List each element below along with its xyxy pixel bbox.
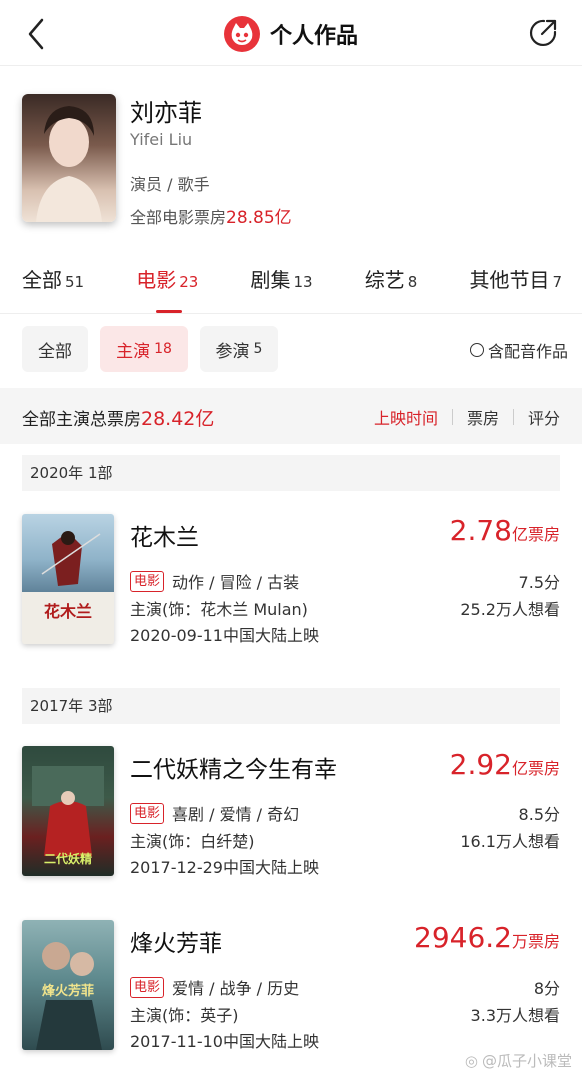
filter-count: 18 — [154, 341, 172, 357]
tab-label: 电影 — [136, 268, 177, 292]
cat-logo-icon — [223, 16, 260, 52]
tab-count: 8 — [407, 273, 418, 291]
movie-genres: 电影 爱情 / 战争 / 历史 — [130, 975, 299, 999]
movie-type-tag: 电影 — [130, 570, 165, 592]
movie-score: 8分 — [533, 979, 560, 998]
tab-label: 综艺 — [364, 268, 405, 292]
share-icon[interactable] — [526, 16, 560, 50]
movie-title[interactable]: 花木兰 — [130, 518, 199, 552]
sort-box-office[interactable]: 票房 — [467, 405, 499, 429]
movie-score: 7.5分 — [518, 573, 560, 592]
year-header: 2020年 1部 — [22, 455, 560, 491]
genre-text: 爱情 / 战争 / 历史 — [172, 979, 300, 998]
filter-lead[interactable]: 主演 18 — [100, 326, 188, 372]
divider — [0, 313, 582, 314]
movie-want-count: 3.3万人想看 — [470, 1006, 560, 1025]
movie-poster[interactable]: 烽火芳菲 — [22, 920, 114, 1050]
movie-role: 主演(饰：英子) — [130, 1006, 239, 1025]
total-box-office-label: 全部电影票房 — [130, 208, 227, 227]
genre-text: 动作 / 冒险 / 古装 — [172, 573, 300, 592]
movie-box-office: 2.78亿票房 — [450, 514, 560, 547]
box-office-unit: 万票房 — [511, 932, 560, 951]
movie-release-date: 2017-12-29中国大陆上映 — [130, 858, 319, 877]
movie-poster[interactable]: 二代妖精 — [22, 746, 114, 876]
movie-box-office: 2946.2万票房 — [414, 921, 560, 954]
filter-label: 主演 — [116, 341, 151, 362]
actor-english-name: Yifei Liu — [130, 130, 193, 149]
dubbing-label: 含配音作品 — [487, 342, 568, 361]
category-tabs: 全部 51 电影 23 剧集 13 综艺 8 其他节目 7 — [22, 264, 562, 314]
lead-box-office-value: 28.42亿 — [141, 408, 215, 430]
actor-name: 刘亦菲 — [130, 99, 202, 127]
lead-box-office: 全部主演总票房28.42亿 — [22, 404, 214, 431]
movie-role: 主演(饰：白纤楚) — [130, 832, 255, 851]
movie-release-date: 2017-11-10中国大陆上映 — [130, 1032, 319, 1051]
watermark-text: @瓜子小课堂 — [481, 1052, 572, 1070]
actor-roles: 演员 / 歌手 — [130, 175, 210, 194]
movie-release-date: 2020-09-11中国大陆上映 — [130, 626, 319, 645]
tab-label: 全部 — [22, 268, 62, 292]
poster-title: 二代妖精 — [43, 852, 92, 866]
radio-icon[interactable] — [469, 343, 484, 357]
tab-count: 7 — [552, 273, 562, 291]
box-office-unit: 亿票房 — [511, 759, 560, 778]
tab-label: 剧集 — [250, 268, 291, 292]
tab-label: 其他节目 — [469, 268, 550, 292]
lead-box-office-label: 全部主演总票房 — [22, 410, 141, 430]
poster-title: 花木兰 — [43, 602, 92, 621]
movie-role: 主演(饰：花木兰 Mulan) — [130, 600, 308, 619]
filter-label: 全部 — [38, 341, 72, 362]
tab-count: 23 — [179, 273, 199, 291]
top-bar: 个人作品 — [0, 0, 582, 66]
divider — [451, 409, 453, 425]
box-office-number: 2.92 — [449, 748, 512, 781]
avatar[interactable] — [22, 94, 116, 222]
divider — [512, 409, 514, 425]
movie-type-tag: 电影 — [130, 802, 165, 824]
tab-variety[interactable]: 综艺 8 — [365, 264, 418, 314]
box-office-number: 2.78 — [449, 514, 512, 547]
movie-title[interactable]: 烽火芳菲 — [130, 924, 222, 958]
movie-want-count: 16.1万人想看 — [460, 832, 560, 851]
movie-type-tag: 电影 — [130, 976, 165, 998]
year-header: 2017年 3部 — [22, 688, 560, 724]
weibo-icon: ◎ — [464, 1051, 478, 1070]
page-title: 个人作品 — [269, 24, 358, 49]
poster-title: 烽火芳菲 — [41, 984, 94, 999]
sort-release-date[interactable]: 上映时间 — [374, 405, 438, 429]
sort-rating[interactable]: 评分 — [528, 405, 560, 429]
profile-info: 刘亦菲 Yifei Liu 演员 / 歌手 全部电影票房28.85亿 — [130, 98, 292, 228]
movie-genres: 电影 动作 / 冒险 / 古装 — [130, 569, 299, 593]
dubbing-toggle[interactable]: 含配音作品 — [469, 338, 568, 362]
box-office-unit: 亿票房 — [511, 525, 560, 544]
tab-movies[interactable]: 电影 23 — [136, 264, 198, 314]
genre-text: 喜剧 / 爱情 / 奇幻 — [172, 805, 300, 824]
tab-series[interactable]: 剧集 13 — [251, 264, 313, 314]
filter-all[interactable]: 全部 — [22, 326, 88, 372]
movie-score: 8.5分 — [518, 805, 560, 824]
movie-want-count: 25.2万人想看 — [460, 600, 560, 619]
filter-label: 参演 — [215, 341, 250, 362]
tab-count: 51 — [65, 273, 85, 291]
movie-title[interactable]: 二代妖精之今生有幸 — [130, 750, 337, 784]
total-box-office: 全部电影票房28.85亿 — [130, 203, 292, 228]
tab-count: 13 — [293, 273, 313, 291]
movie-box-office: 2.92亿票房 — [450, 748, 560, 781]
tab-other[interactable]: 其他节目 7 — [469, 264, 562, 314]
movie-poster[interactable]: 花木兰 — [22, 514, 114, 644]
filter-supporting[interactable]: 参演 5 — [200, 326, 278, 372]
box-office-number: 2946.2 — [414, 921, 512, 954]
watermark: ◎ @瓜子小课堂 — [465, 1050, 572, 1071]
total-box-office-value: 28.85亿 — [226, 208, 292, 228]
sort-options: 上映时间 票房 评分 — [374, 405, 560, 429]
tab-all[interactable]: 全部 51 — [22, 264, 84, 314]
movie-genres: 电影 喜剧 / 爱情 / 奇幻 — [130, 801, 299, 825]
filter-count: 5 — [253, 341, 263, 357]
